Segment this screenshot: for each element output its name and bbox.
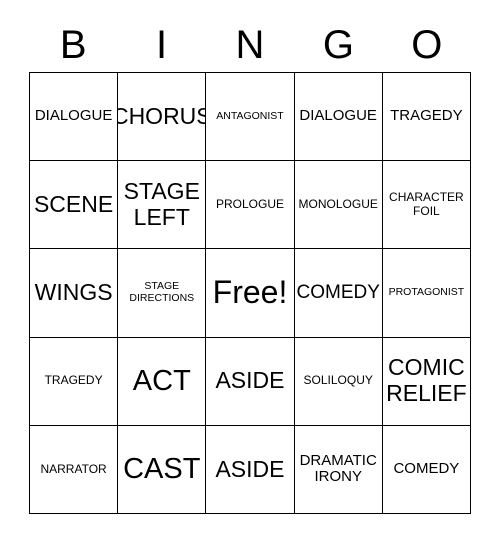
- bingo-cell-label: CHORUS: [118, 102, 205, 129]
- bingo-cell-n1[interactable]: ANTAGONIST: [206, 73, 295, 162]
- bingo-cell-i3[interactable]: STAGE DIRECTIONS: [118, 249, 207, 338]
- bingo-cell-label: SOLILOQUY: [303, 373, 373, 388]
- bingo-cell-label: PROLOGUE: [215, 197, 284, 212]
- bingo-cell-o1[interactable]: TRAGEDY: [382, 73, 471, 162]
- bingo-header-letter-o: O: [411, 23, 443, 67]
- bingo-cell-label: TRAGEDY: [44, 373, 103, 388]
- bingo-cell-i1[interactable]: CHORUS: [118, 73, 207, 162]
- bingo-cell-n5[interactable]: ASIDE: [206, 425, 295, 514]
- bingo-cell-n2[interactable]: PROLOGUE: [206, 161, 295, 250]
- bingo-cell-o2[interactable]: CHARACTER FOIL: [382, 161, 471, 250]
- bingo-cell-o3[interactable]: PROTAGONIST: [382, 249, 471, 338]
- bingo-cell-g3[interactable]: COMEDY: [294, 249, 383, 338]
- bingo-cell-label: PROTAGONIST: [388, 286, 465, 299]
- bingo-cell-label: DIALOGUE: [34, 107, 113, 125]
- bingo-cell-label: STAGE LEFT: [123, 178, 200, 230]
- bingo-cell-i4[interactable]: ACT: [118, 337, 207, 426]
- bingo-cell-label: MONOLOGUE: [298, 197, 378, 212]
- bingo-cell-g2[interactable]: MONOLOGUE: [294, 161, 383, 250]
- bingo-cell-o5[interactable]: COMEDY: [382, 425, 471, 514]
- bingo-cell-g1[interactable]: DIALOGUE: [294, 73, 383, 162]
- bingo-cell-label: WINGS: [34, 279, 113, 306]
- bingo-cell-i5[interactable]: CAST: [118, 425, 207, 514]
- bingo-cell-label: COMEDY: [296, 282, 380, 304]
- bingo-cell-free-space[interactable]: Free!: [206, 249, 295, 338]
- bingo-header: B I N G O: [29, 18, 471, 72]
- bingo-cell-g5[interactable]: DRAMATIC IRONY: [294, 425, 383, 514]
- bingo-cell-label: TRAGEDY: [390, 107, 463, 125]
- bingo-cell-n4[interactable]: ASIDE: [206, 337, 295, 426]
- bingo-cell-label: ASIDE: [215, 455, 285, 482]
- bingo-cell-label: DIALOGUE: [299, 107, 377, 125]
- bingo-grid: DIALOGUE CHORUS ANTAGONIST DIALOGUE TRAG…: [29, 72, 471, 514]
- bingo-cell-label: DRAMATIC IRONY: [299, 451, 377, 486]
- bingo-cell-b2[interactable]: SCENE: [30, 161, 119, 250]
- bingo-cell-label: ANTAGONIST: [216, 109, 284, 122]
- bingo-cell-label: SCENE: [33, 190, 114, 217]
- bingo-cell-label: STAGE DIRECTIONS: [129, 280, 195, 304]
- bingo-cell-i2[interactable]: STAGE LEFT: [118, 161, 207, 250]
- bingo-header-letter-g: G: [322, 23, 354, 67]
- bingo-cell-label: ACT: [132, 364, 191, 397]
- bingo-cell-label: COMEDY: [393, 459, 460, 477]
- bingo-cell-label: CHARACTER FOIL: [389, 190, 464, 218]
- bingo-cell-label: ASIDE: [215, 367, 285, 394]
- bingo-cell-b1[interactable]: DIALOGUE: [30, 73, 119, 162]
- bingo-cell-label: COMIC RELIEF: [386, 354, 467, 407]
- bingo-cell-label: CAST: [123, 453, 201, 486]
- bingo-header-letter-n: N: [235, 23, 265, 67]
- bingo-header-letter-b: B: [59, 23, 87, 67]
- bingo-cell-b5[interactable]: NARRATOR: [30, 425, 119, 514]
- bingo-cell-b3[interactable]: WINGS: [30, 249, 119, 338]
- bingo-cell-b4[interactable]: TRAGEDY: [30, 337, 119, 426]
- bingo-cell-label: NARRATOR: [40, 461, 107, 476]
- bingo-cell-g4[interactable]: SOLILOQUY: [294, 337, 383, 426]
- bingo-card: B I N G O DIALOGUE CHORUS ANTAGONIST DIA…: [0, 0, 500, 544]
- bingo-header-letter-i: I: [156, 23, 168, 67]
- bingo-free-space-label: Free!: [212, 274, 288, 311]
- bingo-cell-o4[interactable]: COMIC RELIEF: [382, 337, 471, 426]
